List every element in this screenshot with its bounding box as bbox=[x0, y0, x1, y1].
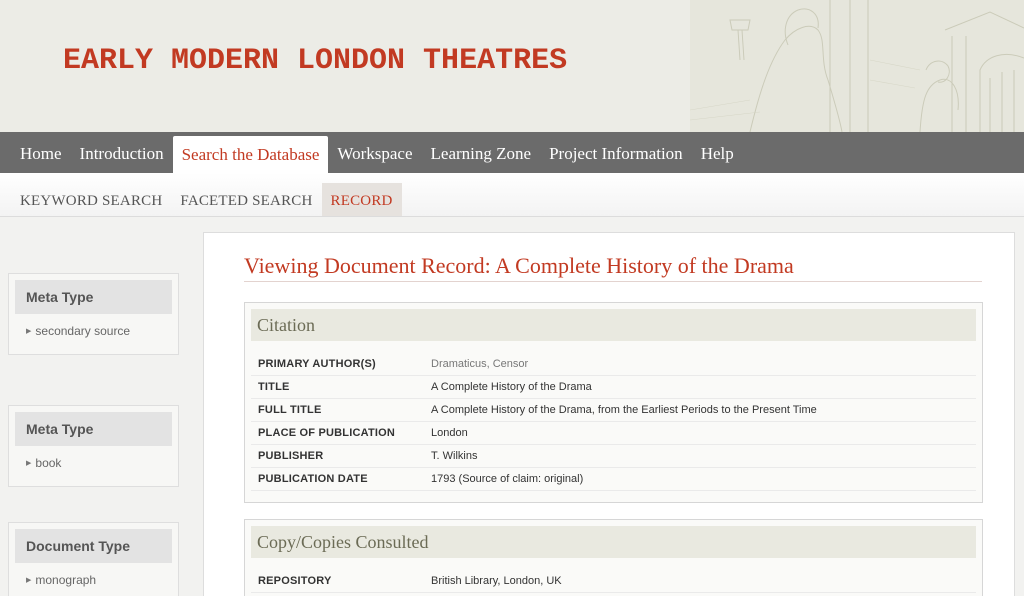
facet-box: Meta Type ▶ secondary source bbox=[8, 273, 179, 355]
citation-heading: Citation bbox=[251, 309, 976, 341]
field-value: British Library, London, UK bbox=[431, 575, 562, 587]
nav-workspace[interactable]: Workspace bbox=[328, 132, 421, 173]
triangle-right-icon: ▶ bbox=[26, 328, 32, 335]
subnav-record[interactable]: RECORD bbox=[321, 183, 402, 216]
table-row: REPOSITORY British Library, London, UK bbox=[251, 570, 976, 593]
title-divider bbox=[244, 281, 982, 282]
field-label: PRIMARY AUTHOR(S) bbox=[258, 358, 376, 370]
facet-title: Meta Type bbox=[15, 412, 172, 446]
site-header: EARLY MODERN LONDON THEATRES bbox=[0, 0, 1024, 132]
table-row: PUBLICATION DATE 1793 (Source of claim: … bbox=[251, 468, 976, 491]
record-content: Viewing Document Record: A Complete Hist… bbox=[203, 232, 1015, 596]
table-row: TITLE A Complete History of the Drama bbox=[251, 376, 976, 399]
field-value: A Complete History of the Drama bbox=[431, 381, 592, 393]
field-value: Dramaticus, Censor bbox=[431, 358, 529, 370]
nav-project-information[interactable]: Project Information bbox=[540, 132, 692, 173]
citation-panel: Citation PRIMARY AUTHOR(S) Dramaticus, C… bbox=[244, 302, 983, 503]
facet-title: Meta Type bbox=[15, 280, 172, 314]
table-row: PLACE OF PUBLICATION London bbox=[251, 422, 976, 445]
facet-value-link[interactable]: ▶ monograph bbox=[15, 563, 172, 596]
nav-introduction[interactable]: Introduction bbox=[71, 132, 173, 173]
site-title[interactable]: EARLY MODERN LONDON THEATRES bbox=[63, 44, 567, 78]
table-row: FULL TITLE A Complete History of the Dra… bbox=[251, 399, 976, 422]
page-title: Viewing Document Record: A Complete Hist… bbox=[244, 253, 794, 278]
field-label: TITLE bbox=[258, 381, 290, 393]
field-label: FULL TITLE bbox=[258, 404, 322, 416]
field-label: PLACE OF PUBLICATION bbox=[258, 427, 396, 439]
copies-panel: Copy/Copies Consulted REPOSITORY British… bbox=[244, 519, 983, 596]
field-label: PUBLICATION DATE bbox=[258, 473, 368, 485]
subnav-faceted-search[interactable]: FACETED SEARCH bbox=[171, 183, 321, 216]
field-value: 1793 (Source of claim: original) bbox=[431, 473, 584, 485]
facet-value-label[interactable]: secondary source bbox=[35, 324, 130, 338]
field-label: REPOSITORY bbox=[258, 575, 332, 587]
field-value: London bbox=[431, 427, 468, 439]
field-label: PUBLISHER bbox=[258, 450, 324, 462]
citation-rows: PRIMARY AUTHOR(S) Dramaticus, Censor TIT… bbox=[251, 341, 976, 491]
subnav-keyword-search[interactable]: KEYWORD SEARCH bbox=[11, 183, 171, 216]
nav-home[interactable]: Home bbox=[11, 132, 71, 173]
triangle-right-icon: ▶ bbox=[26, 460, 32, 467]
table-row: PRIMARY AUTHOR(S) Dramaticus, Censor bbox=[251, 353, 976, 376]
field-value: T. Wilkins bbox=[431, 450, 478, 462]
nav-search-the-database[interactable]: Search the Database bbox=[172, 136, 329, 173]
nav-learning-zone[interactable]: Learning Zone bbox=[422, 132, 541, 173]
field-value: A Complete History of the Drama, from th… bbox=[431, 404, 817, 416]
sub-navigation: KEYWORD SEARCH FACETED SEARCH RECORD bbox=[0, 173, 1024, 217]
facet-value-label[interactable]: book bbox=[35, 456, 61, 470]
header-engraving-image bbox=[690, 0, 1024, 132]
triangle-right-icon: ▶ bbox=[26, 577, 32, 584]
main-navigation: Home Introduction Search the Database Wo… bbox=[0, 132, 1024, 173]
table-row: PUBLISHER T. Wilkins bbox=[251, 445, 976, 468]
facet-value-link[interactable]: ▶ secondary source bbox=[15, 314, 172, 354]
facet-box: Document Type ▶ monograph bbox=[8, 522, 179, 596]
facet-value-link[interactable]: ▶ book bbox=[15, 446, 172, 486]
copies-rows: REPOSITORY British Library, London, UK bbox=[251, 558, 976, 593]
facet-title: Document Type bbox=[15, 529, 172, 563]
nav-help[interactable]: Help bbox=[692, 132, 743, 173]
copies-heading: Copy/Copies Consulted bbox=[251, 526, 976, 558]
facet-box: Meta Type ▶ book bbox=[8, 405, 179, 487]
facet-value-label[interactable]: monograph bbox=[35, 573, 96, 587]
